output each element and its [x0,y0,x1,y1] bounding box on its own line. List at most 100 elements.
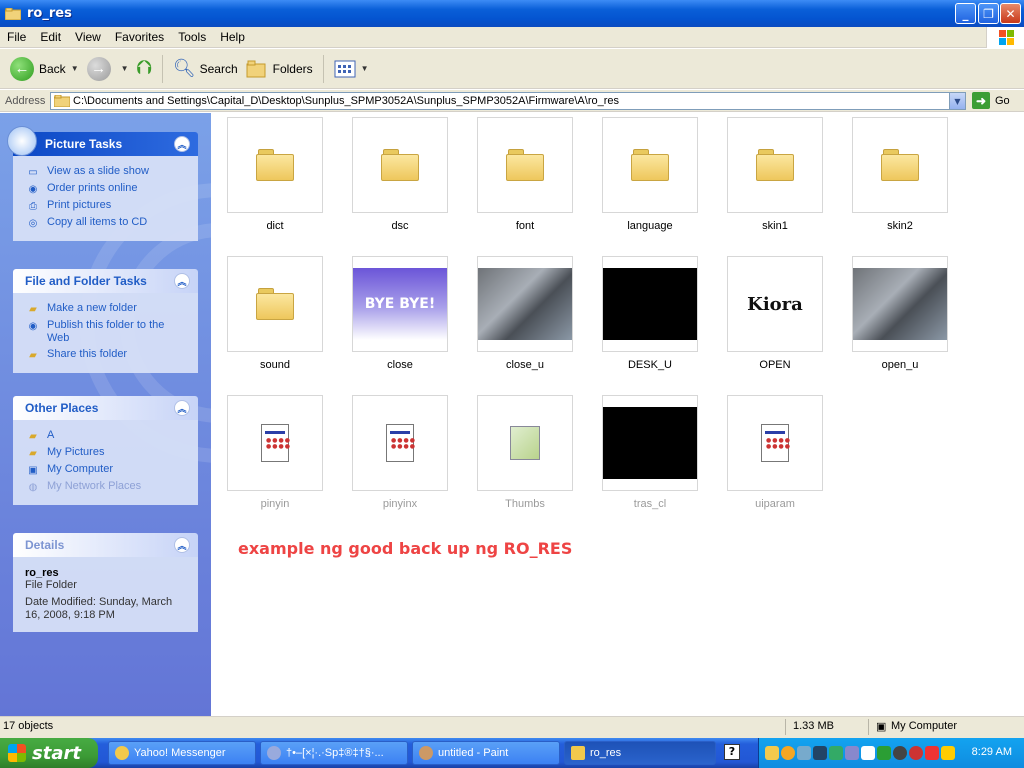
other-places-title: Other Places [25,401,99,415]
task-publish-web[interactable]: ◉ Publish this folder to the Web [25,319,188,345]
file-item-dsc[interactable]: dsc [350,117,450,232]
file-item-open-u[interactable]: open_u [850,256,950,371]
task-label: Order prints online [47,182,138,194]
up-folder-button[interactable]: ⮉ [133,53,156,85]
file-folder-tasks-header[interactable]: File and Folder Tasks ︽ [13,269,198,293]
file-item-pinyinx[interactable]: ●●●● ●●●● pinyinx [350,395,450,510]
computer-icon: ▣ [28,464,38,476]
tray-app-icon[interactable] [765,746,779,760]
task-print-pictures[interactable]: ⎙ Print pictures [25,199,188,213]
maximize-button[interactable]: ❐ [978,3,999,24]
network-places-icon: ◍ [28,481,38,493]
start-button[interactable]: start [0,738,98,768]
taskbar: start Yahoo! Messenger †•–[×¦·.·Sp‡®‡†§·… [0,738,1024,768]
taskbar-chat-window[interactable]: †•–[×¦·.·Sp‡®‡†§·... [260,741,408,765]
menu-view[interactable]: View [68,30,108,44]
minimize-button[interactable]: _ [955,3,976,24]
place-my-computer[interactable]: ▣ My Computer [25,463,188,477]
file-item-open[interactable]: Kiora OPEN [725,256,825,371]
forward-button[interactable]: → ▼ [83,53,133,85]
tray-app-icon[interactable] [845,746,859,760]
task-view-slideshow[interactable]: ▭ View as a slide show [25,165,188,179]
collapse-chevron-icon[interactable]: ︽ [174,400,190,416]
file-item-skin2[interactable]: skin2 [850,117,950,232]
file-name: language [627,220,673,232]
tray-play-icon[interactable] [877,746,891,760]
file-item-tras-cl[interactable]: tras_cl [600,395,700,510]
file-folder-tasks-panel: File and Folder Tasks ︽ ▰ Make a new fold… [13,269,198,373]
file-thumbnail [477,256,573,352]
tray-app-icon[interactable] [893,746,907,760]
tray-messenger-icon[interactable] [781,746,795,760]
menu-edit[interactable]: Edit [33,30,68,44]
task-share-folder[interactable]: ▰ Share this folder [25,348,188,362]
address-dropdown-icon[interactable]: ▼ [949,93,965,109]
file-item-uiparam[interactable]: ●●●● ●●●● uiparam [725,395,825,510]
menu-favorites[interactable]: Favorites [108,30,171,44]
place-my-pictures[interactable]: ▰ My Pictures [25,446,188,460]
other-places-panel: Other Places ︽ ▰ A ▰ My Pictures ▣ My Compu… [13,396,198,505]
close-button[interactable]: ✕ [1000,3,1021,24]
help-icon[interactable]: ? [724,744,740,760]
file-thumbnail [602,395,698,491]
tray-app-icon[interactable] [813,746,827,760]
file-item-sound[interactable]: sound [225,256,325,371]
status-computer-icon: ▣ [876,721,887,733]
menu-file[interactable]: File [0,30,33,44]
task-order-prints[interactable]: ◉ Order prints online [25,182,188,196]
folders-label: Folders [272,61,313,76]
collapse-chevron-icon[interactable]: ︽ [174,136,190,152]
file-name: skin2 [887,220,913,232]
taskbar-ro-res[interactable]: ro_res [564,741,716,765]
collapse-chevron-icon[interactable]: ︽ [174,537,190,553]
file-item-language[interactable]: language [600,117,700,232]
file-thumbnail [602,256,698,352]
place-my-network-places[interactable]: ◍ My Network Places [25,480,188,494]
image-preview [478,268,572,340]
details-header[interactable]: Details ︽ [13,533,198,557]
taskbar-yahoo-messenger[interactable]: Yahoo! Messenger [108,741,256,765]
tray-app-icon[interactable] [941,746,955,760]
file-item-skin1[interactable]: skin1 [725,117,825,232]
chat-window-icon [267,746,281,760]
file-item-desk-u[interactable]: DESK_U [600,256,700,371]
tray-app-icon[interactable] [909,746,923,760]
place-a[interactable]: ▰ A [25,429,188,443]
tray-app-icon[interactable] [797,746,811,760]
title-bar[interactable]: ro_res _ ❐ ✕ [0,0,1024,27]
back-button[interactable]: ← Back ▼ [6,53,83,85]
file-item-font[interactable]: font [475,117,575,232]
my-pictures-icon: ▰ [29,447,37,459]
status-bar: 17 objects 1.33 MB ▣ My Computer [0,716,1024,738]
folder-icon [381,149,419,181]
other-places-header[interactable]: Other Places ︽ [13,396,198,420]
folders-button[interactable]: Folders [242,53,317,85]
taskbar-label: Yahoo! Messenger [134,747,226,759]
tray-app-icon[interactable] [861,746,875,760]
document-icon: ●●●● ●●●● [261,424,290,462]
menu-tools[interactable]: Tools [171,30,213,44]
slideshow-icon: ▭ [28,166,38,178]
tray-app-icon[interactable] [829,746,843,760]
taskbar-paint[interactable]: untitled - Paint [412,741,560,765]
go-button[interactable]: ➜ Go [972,92,1010,109]
menu-help[interactable]: Help [213,30,252,44]
picture-tasks-header[interactable]: Picture Tasks ︽ [13,132,198,156]
views-dropdown-icon: ▼ [360,64,369,73]
search-button[interactable]: 🔍︎ Search [169,53,242,85]
file-view[interactable]: dict dsc font language skin1 skin2 sound BYE BY… [211,113,1024,716]
task-new-folder[interactable]: ▰ Make a new folder [25,302,188,316]
file-item-pinyin[interactable]: ●●●● ●●●● pinyin [225,395,325,510]
views-button[interactable]: ▼ [330,53,373,85]
task-copy-to-cd[interactable]: ◎ Copy all items to CD [25,216,188,230]
file-item-close-u[interactable]: close_u [475,256,575,371]
address-input[interactable]: C:\Documents and Settings\Capital_D\Desk… [50,92,966,110]
back-dropdown-icon[interactable]: ▼ [71,64,79,73]
collapse-chevron-icon[interactable]: ︽ [174,273,190,289]
file-item-close[interactable]: BYE BYE! close [350,256,450,371]
new-folder-icon: ▰ [29,303,37,315]
forward-dropdown-icon[interactable]: ▼ [121,64,129,73]
tray-app-icon[interactable] [925,746,939,760]
file-item-dict[interactable]: dict [225,117,325,232]
file-item-thumbs[interactable]: Thumbs [475,395,575,510]
